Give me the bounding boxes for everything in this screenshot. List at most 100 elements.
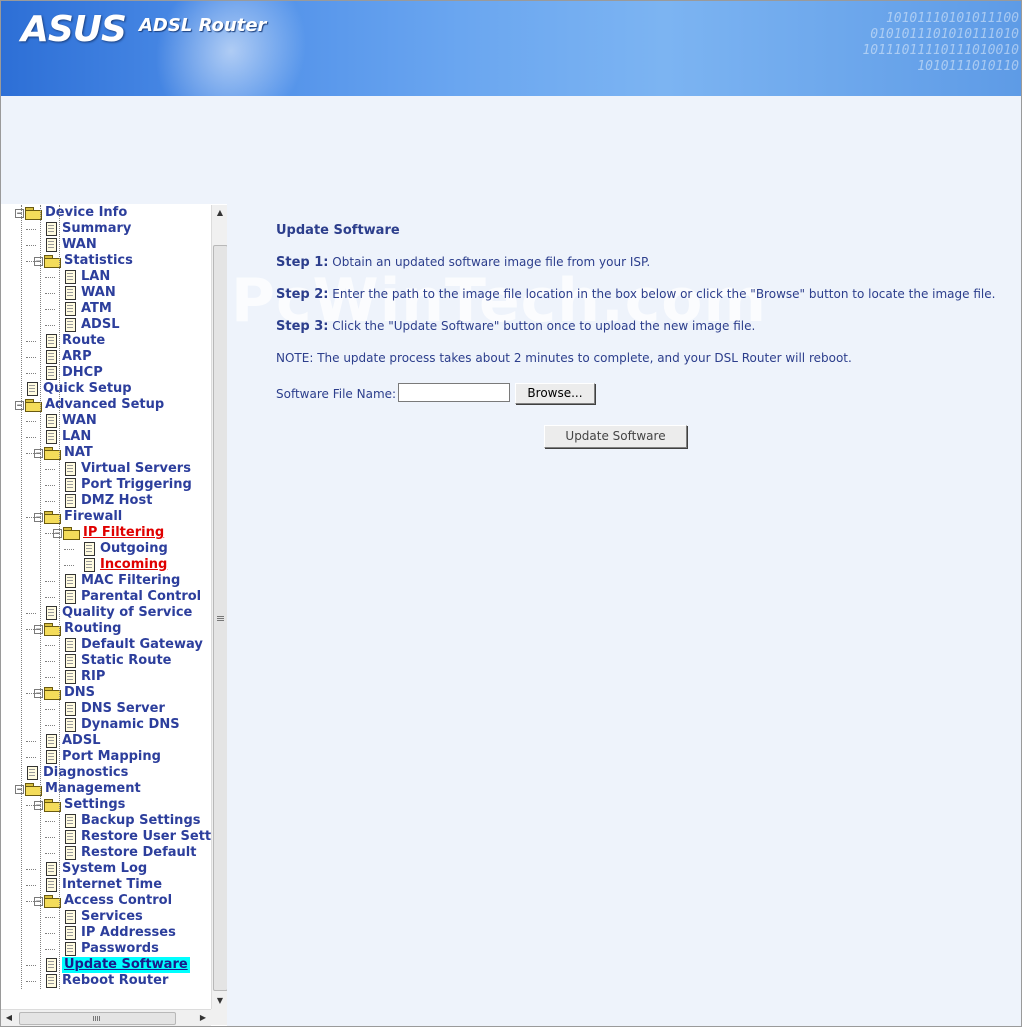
- nav-item[interactable]: Default Gateway: [53, 637, 203, 653]
- nav-item-label[interactable]: Device Info: [45, 205, 127, 221]
- nav-item-label[interactable]: ATM: [81, 301, 112, 317]
- nav-item[interactable]: LAN: [53, 269, 110, 285]
- nav-item-label[interactable]: ADSL: [81, 317, 120, 333]
- nav-item[interactable]: − Management: [15, 781, 141, 797]
- nav-item-label[interactable]: IP Filtering: [83, 525, 164, 541]
- scroll-thumb-horizontal[interactable]: [19, 1012, 176, 1025]
- nav-item-label[interactable]: Parental Control: [81, 589, 201, 605]
- nav-item-label[interactable]: ADSL: [62, 733, 101, 749]
- nav-item-label[interactable]: Static Route: [81, 653, 171, 669]
- nav-item-label[interactable]: DMZ Host: [81, 493, 152, 509]
- nav-item-label[interactable]: IP Addresses: [81, 925, 176, 941]
- nav-item[interactable]: LAN: [34, 429, 91, 445]
- software-file-input[interactable]: [398, 383, 510, 402]
- nav-item[interactable]: − Firewall: [34, 509, 122, 525]
- nav-item-label[interactable]: Backup Settings: [81, 813, 200, 829]
- nav-item-label[interactable]: Summary: [62, 221, 131, 237]
- nav-item-label[interactable]: Port Triggering: [81, 477, 192, 493]
- nav-item[interactable]: − Device Info: [15, 205, 127, 221]
- nav-item-label[interactable]: NAT: [64, 445, 93, 461]
- nav-item-label[interactable]: Update Software: [62, 957, 190, 973]
- nav-item-label[interactable]: Passwords: [81, 941, 159, 957]
- nav-item[interactable]: IP Addresses: [53, 925, 176, 941]
- nav-item[interactable]: Dynamic DNS: [53, 717, 180, 733]
- nav-item[interactable]: ADSL: [34, 733, 101, 749]
- nav-item-label[interactable]: Outgoing: [100, 541, 168, 557]
- nav-item[interactable]: − DNS: [34, 685, 95, 701]
- nav-item[interactable]: − Settings: [34, 797, 125, 813]
- nav-item[interactable]: − Advanced Setup: [15, 397, 164, 413]
- scroll-thumb[interactable]: [213, 245, 228, 991]
- nav-item[interactable]: Diagnostics: [15, 765, 128, 781]
- nav-item[interactable]: Outgoing: [72, 541, 168, 557]
- nav-item-label[interactable]: Reboot Router: [62, 973, 168, 989]
- nav-item-label[interactable]: Quality of Service: [62, 605, 192, 621]
- nav-item[interactable]: Port Mapping: [34, 749, 161, 765]
- nav-item[interactable]: Incoming: [72, 557, 167, 573]
- nav-item-label[interactable]: Dynamic DNS: [81, 717, 180, 733]
- nav-item-label[interactable]: WAN: [62, 237, 97, 253]
- nav-item[interactable]: Services: [53, 909, 143, 925]
- nav-item-label[interactable]: ARP: [62, 349, 92, 365]
- nav-item[interactable]: WAN: [34, 413, 97, 429]
- nav-item-label[interactable]: DNS Server: [81, 701, 165, 717]
- collapse-icon[interactable]: −: [15, 784, 24, 794]
- nav-item-label[interactable]: Incoming: [100, 557, 167, 573]
- nav-item-label[interactable]: WAN: [81, 285, 116, 301]
- nav-item-label[interactable]: Internet Time: [62, 877, 162, 893]
- nav-item[interactable]: Backup Settings: [53, 813, 200, 829]
- nav-vertical-scrollbar[interactable]: ▲ ▼: [211, 205, 228, 1009]
- nav-item-label[interactable]: Restore Default: [81, 845, 196, 861]
- nav-item-label[interactable]: Services: [81, 909, 143, 925]
- nav-item-label[interactable]: Restore User Settin: [81, 829, 211, 845]
- scroll-down-arrow-icon[interactable]: ▼: [212, 993, 228, 1009]
- nav-item[interactable]: Summary: [34, 221, 131, 237]
- nav-item[interactable]: Static Route: [53, 653, 171, 669]
- nav-item[interactable]: Internet Time: [34, 877, 162, 893]
- nav-item-label[interactable]: Settings: [64, 797, 125, 813]
- nav-item[interactable]: − NAT: [34, 445, 93, 461]
- nav-item[interactable]: DMZ Host: [53, 493, 152, 509]
- nav-item[interactable]: Virtual Servers: [53, 461, 191, 477]
- nav-item[interactable]: − Routing: [34, 621, 121, 637]
- nav-item-label[interactable]: Statistics: [64, 253, 133, 269]
- nav-item-label[interactable]: Virtual Servers: [81, 461, 191, 477]
- nav-item-label[interactable]: Routing: [64, 621, 121, 637]
- nav-item-label[interactable]: Default Gateway: [81, 637, 203, 653]
- nav-item-label[interactable]: Route: [62, 333, 105, 349]
- update-software-button[interactable]: Update Software: [544, 425, 687, 448]
- nav-item[interactable]: MAC Filtering: [53, 573, 180, 589]
- nav-item[interactable]: Reboot Router: [34, 973, 168, 989]
- nav-item-label[interactable]: Access Control: [64, 893, 172, 909]
- nav-item[interactable]: − Access Control: [34, 893, 172, 909]
- nav-item-label[interactable]: Port Mapping: [62, 749, 161, 765]
- browse-button[interactable]: Browse...: [515, 383, 595, 404]
- scroll-up-arrow-icon[interactable]: ▲: [212, 205, 228, 221]
- nav-item[interactable]: System Log: [34, 861, 147, 877]
- collapse-icon[interactable]: −: [15, 208, 24, 218]
- nav-item-label[interactable]: System Log: [62, 861, 147, 877]
- nav-item-label[interactable]: DNS: [64, 685, 95, 701]
- nav-item[interactable]: − Statistics: [34, 253, 133, 269]
- scroll-right-arrow-icon[interactable]: ▶: [195, 1010, 211, 1026]
- nav-item-label[interactable]: LAN: [81, 269, 110, 285]
- nav-item[interactable]: WAN: [53, 285, 116, 301]
- nav-item-label[interactable]: WAN: [62, 413, 97, 429]
- nav-item-label[interactable]: Quick Setup: [43, 381, 132, 397]
- nav-item-label[interactable]: MAC Filtering: [81, 573, 180, 589]
- nav-item-label[interactable]: Firewall: [64, 509, 122, 525]
- nav-item[interactable]: WAN: [34, 237, 97, 253]
- collapse-icon[interactable]: −: [15, 400, 24, 410]
- nav-item[interactable]: ATM: [53, 301, 112, 317]
- nav-item[interactable]: ADSL: [53, 317, 120, 333]
- nav-item-label[interactable]: Advanced Setup: [45, 397, 164, 413]
- nav-item[interactable]: DHCP: [34, 365, 103, 381]
- nav-item-label[interactable]: RIP: [81, 669, 105, 685]
- nav-item[interactable]: − IP Filtering: [53, 525, 164, 541]
- nav-horizontal-scrollbar[interactable]: ◀ ▶: [1, 1009, 211, 1026]
- nav-item[interactable]: Update Software: [34, 957, 190, 973]
- nav-item[interactable]: DNS Server: [53, 701, 165, 717]
- nav-item-label[interactable]: Diagnostics: [43, 765, 128, 781]
- scroll-left-arrow-icon[interactable]: ◀: [1, 1010, 17, 1026]
- nav-item[interactable]: RIP: [53, 669, 105, 685]
